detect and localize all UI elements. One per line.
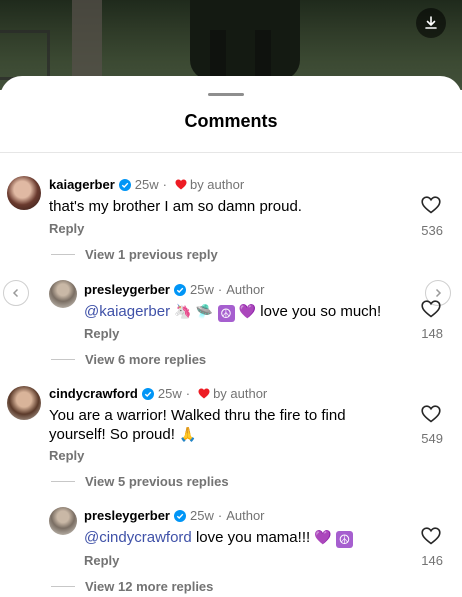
author-badge: Author — [226, 282, 265, 297]
author-badge: Author — [226, 508, 265, 523]
chevron-left-icon — [12, 288, 19, 298]
comment-meta: kaiagerber 25w · by author — [49, 177, 244, 192]
comment-username[interactable]: cindycrawford — [49, 386, 138, 401]
peace-emoji: ☮ — [217, 305, 235, 322]
like-button[interactable] — [416, 527, 446, 550]
view-replies-label: View 12 more replies — [85, 579, 214, 594]
comment-meta: cindycrawford 25w · by author — [49, 386, 267, 401]
like-count: 148 — [421, 326, 443, 341]
saucer-emoji: 🛸 — [195, 304, 214, 320]
avatar[interactable] — [49, 507, 77, 535]
thread-line — [51, 586, 75, 587]
heart-filled-icon — [175, 179, 187, 190]
author-like-badge: by author — [213, 386, 268, 401]
like-count: 549 — [421, 431, 443, 446]
comment-text-row: @cindycrawford love you mama!!! 💜 ☮ — [84, 528, 353, 548]
photo-figure-leg — [210, 30, 226, 80]
download-icon — [425, 16, 437, 29]
reply-button[interactable]: Reply — [49, 448, 84, 463]
view-replies-label: View 5 previous replies — [85, 474, 229, 489]
comment-text-line2: yourself! So proud! — [49, 426, 175, 443]
chevron-right-icon — [435, 288, 442, 298]
thread-line — [51, 254, 75, 255]
reply-button[interactable]: Reply — [49, 221, 84, 236]
comment-text-line1: You are a warrior! Walked thru the fire … — [49, 407, 346, 424]
like-count: 146 — [421, 553, 443, 568]
unicorn-emoji: 🦄 — [174, 304, 192, 320]
mention-link[interactable]: @kaiagerber — [84, 303, 170, 320]
like-count: 536 — [421, 223, 443, 238]
comment-time: 25w — [134, 177, 159, 192]
avatar[interactable] — [49, 280, 77, 308]
comment-time: 25w — [190, 508, 214, 523]
photo-fence — [0, 30, 50, 80]
heart-outline-icon — [421, 196, 441, 214]
verified-badge-icon — [118, 178, 131, 191]
meta-separator: · — [185, 386, 191, 401]
meta-separator: · — [217, 282, 223, 297]
purple-heart-emoji: 💜 — [238, 304, 257, 320]
download-button[interactable] — [416, 8, 446, 38]
sheet-title: Comments — [184, 111, 278, 131]
verified-badge-icon — [174, 509, 186, 522]
comment-text: that's my brother I am so damn proud. — [49, 198, 302, 215]
heart-outline-icon — [421, 300, 441, 318]
avatar[interactable] — [7, 176, 41, 210]
verified-badge-icon — [174, 283, 186, 296]
previous-button[interactable] — [3, 280, 29, 306]
thread-line — [51, 481, 75, 482]
reply-button[interactable]: Reply — [84, 553, 119, 568]
photo-figure — [190, 0, 300, 80]
heart-filled-icon — [198, 388, 210, 399]
author-like-badge: by author — [189, 177, 245, 192]
mention-link[interactable]: @cindycrawford — [84, 529, 192, 546]
meta-separator: · — [217, 508, 223, 523]
heart-outline-icon — [421, 527, 441, 545]
pray-emoji: 🙏 — [179, 427, 197, 443]
verified-badge-icon — [141, 387, 154, 400]
view-replies-link[interactable]: View 6 more replies — [51, 352, 206, 367]
like-button[interactable] — [416, 300, 446, 323]
comment-text: love you so much! — [260, 303, 382, 320]
avatar[interactable] — [7, 386, 41, 420]
comment-username[interactable]: kaiagerber — [49, 177, 115, 192]
comment-text-line2-row: yourself! So proud! 🙏 — [49, 425, 197, 445]
comment-time: 25w — [157, 386, 182, 401]
view-replies-label: View 1 previous reply — [85, 247, 218, 262]
thread-line — [51, 359, 75, 360]
sheet-divider — [0, 152, 462, 153]
sheet-drag-handle[interactable] — [208, 93, 244, 96]
like-button[interactable] — [416, 196, 446, 219]
comment-text: love you mama!!! — [195, 529, 311, 546]
photo-figure-leg — [255, 30, 271, 80]
comment-time: 25w — [190, 282, 214, 297]
reply-button[interactable]: Reply — [84, 326, 119, 341]
comment-username[interactable]: presleygerber — [84, 282, 170, 297]
peace-emoji: ☮ — [335, 531, 353, 548]
view-replies-label: View 6 more replies — [85, 352, 207, 367]
comment-username[interactable]: presleygerber — [84, 508, 170, 523]
meta-separator: · — [162, 177, 167, 192]
view-replies-link[interactable]: View 1 previous reply — [51, 247, 218, 262]
comment-meta: presleygerber 25w · Author — [84, 508, 265, 523]
view-replies-link[interactable]: View 12 more replies — [51, 579, 213, 594]
view-replies-link[interactable]: View 5 previous replies — [51, 474, 229, 489]
purple-heart-emoji: 💜 — [314, 530, 332, 546]
heart-outline-icon — [421, 405, 441, 423]
like-button[interactable] — [416, 405, 446, 428]
comment-text-row: @kaiagerber 🦄 🛸 ☮ 💜 love you so much! — [84, 302, 381, 322]
comment-meta: presleygerber 25w · Author — [84, 282, 265, 297]
